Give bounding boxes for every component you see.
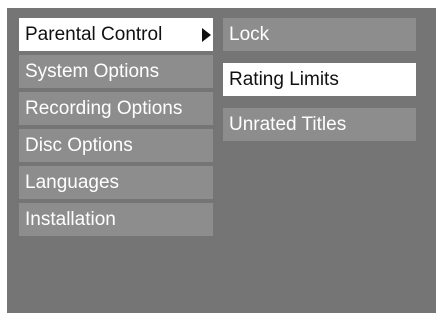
menu-item-label: System Options: [25, 61, 160, 82]
menu-item-label: Disc Options: [25, 135, 133, 156]
main-menu: Parental Control System Options Recordin…: [19, 18, 213, 240]
submenu-item-label: Rating Limits: [229, 69, 339, 90]
menu-item-installation[interactable]: Installation: [19, 203, 213, 236]
sub-menu: Lock Rating Limits Unrated Titles: [223, 18, 416, 153]
menu-item-label: Languages: [25, 172, 120, 193]
menu-item-parental-control[interactable]: Parental Control: [19, 18, 213, 51]
submenu-item-lock[interactable]: Lock: [223, 18, 416, 51]
submenu-item-unrated-titles[interactable]: Unrated Titles: [223, 108, 416, 141]
menu-item-languages[interactable]: Languages: [19, 166, 213, 199]
menu-item-recording-options[interactable]: Recording Options: [19, 92, 213, 125]
submenu-item-rating-limits[interactable]: Rating Limits: [223, 63, 416, 96]
submenu-item-label: Lock: [229, 24, 270, 45]
triangle-right-icon: [202, 28, 211, 42]
menu-item-disc-options[interactable]: Disc Options: [19, 129, 213, 162]
submenu-item-label: Unrated Titles: [229, 114, 347, 135]
menu-item-label: Recording Options: [25, 98, 183, 119]
menu-item-system-options[interactable]: System Options: [19, 55, 213, 88]
menu-item-label: Installation: [25, 209, 116, 230]
menu-screen: Parental Control System Options Recordin…: [7, 8, 436, 313]
menu-item-label: Parental Control: [25, 24, 163, 45]
